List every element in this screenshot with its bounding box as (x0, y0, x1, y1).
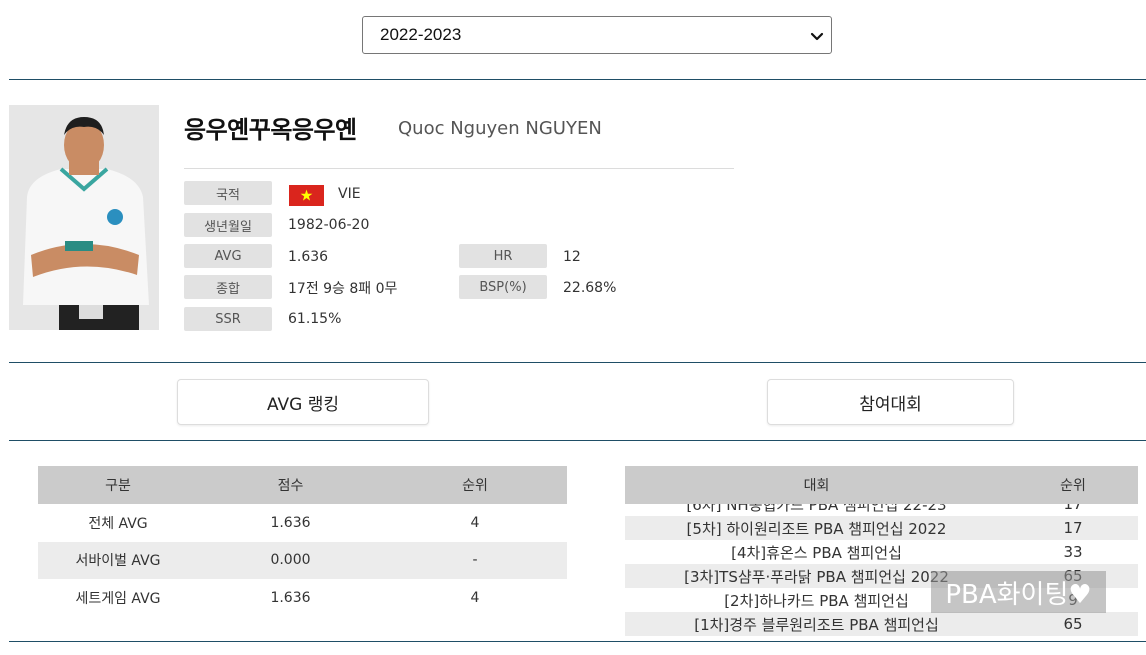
cell-category: 서바이벌 AVG (38, 541, 198, 579)
column-header-rank: 순위 (383, 466, 567, 504)
column-header-category: 구분 (38, 466, 198, 504)
column-header-competition: 대회 (803, 478, 830, 494)
hr-value: 12 (563, 249, 581, 265)
divider (9, 641, 1146, 642)
competition-rank: 17 (1063, 519, 1083, 537)
ssr-label: SSR (184, 307, 272, 331)
column-header-score: 점수 (198, 466, 383, 504)
watermark-overlay: PBA화이팅♥ (931, 571, 1106, 613)
birthdate-label: 생년월일 (184, 213, 272, 237)
table-header-row: 대회 순위 (625, 466, 1138, 504)
avg-value: 1.636 (288, 249, 329, 265)
cell-category: 전체 AVG (88, 515, 148, 532)
bsp-label: BSP(%) (459, 275, 547, 299)
divider (9, 79, 1146, 80)
nationality-label: 국적 (184, 181, 272, 205)
competition-rank: 65 (1063, 615, 1083, 633)
cell-rank: 4 (470, 514, 480, 531)
record-label: 종합 (184, 275, 272, 299)
list-item[interactable]: [1차]경주 블루원리조트 PBA 챔피언십 65 (625, 612, 1138, 636)
competition-rank: 33 (1063, 543, 1083, 561)
competition-rank: 17 (1063, 504, 1083, 513)
birthdate-value: 1982-06-20 (288, 217, 370, 233)
table-row: 세트게임 AVG 1.636 4 (38, 579, 567, 617)
cell-score: 1.636 (270, 514, 311, 531)
vietnam-flag-icon (289, 185, 324, 206)
tab-avg-ranking[interactable]: AVG 랭킹 (177, 379, 429, 425)
table-row: 서바이벌 AVG 0.000 - (38, 541, 567, 579)
nationality-value: VIE (338, 186, 361, 202)
competition-name: [5차] 하이원리조트 PBA 챔피언십 2022 (686, 519, 947, 538)
record-value: 17전 9승 8패 0무 (288, 281, 398, 297)
table-header-row: 구분 점수 순위 (38, 466, 567, 504)
cell-rank: - (383, 541, 567, 579)
season-select-value: 2022-2023 (380, 25, 462, 44)
list-item[interactable]: [5차] 하이원리조트 PBA 챔피언십 2022 17 (625, 516, 1138, 540)
list-item[interactable]: [6차] NH농협카드 PBA 챔피언십 22-23 17 (625, 504, 1138, 516)
competition-name: [6차] NH농협카드 PBA 챔피언십 22-23 (686, 504, 947, 514)
divider (9, 362, 1146, 363)
cell-score: 0.000 (198, 541, 383, 579)
tab-competitions[interactable]: 참여대회 (767, 379, 1014, 425)
player-name-english: Quoc Nguyen NGUYEN (398, 118, 602, 139)
cell-score: 1.636 (270, 589, 311, 606)
list-item[interactable]: [4차]휴온스 PBA 챔피언십 33 (625, 540, 1138, 564)
divider (9, 440, 1146, 441)
table-row: 전체 AVG 1.636 4 (38, 504, 567, 542)
competition-name: [1차]경주 블루원리조트 PBA 챔피언십 (694, 615, 939, 634)
cell-category: 세트게임 AVG (75, 590, 161, 607)
name-divider (184, 168, 734, 169)
player-photo (9, 105, 159, 330)
ssr-value: 61.15% (288, 311, 342, 327)
bsp-value: 22.68% (563, 280, 617, 296)
avg-ranking-table: 구분 점수 순위 전체 AVG 1.636 4 서바이벌 AVG 0.000 -… (38, 466, 567, 617)
cell-rank: 4 (470, 589, 480, 606)
chevron-down-icon (810, 32, 824, 41)
season-select[interactable]: 2022-2023 (362, 16, 832, 54)
hr-label: HR (459, 244, 547, 268)
competition-name: [4차]휴온스 PBA 챔피언십 (731, 543, 902, 562)
column-header-rank: 순위 (1060, 478, 1086, 494)
player-name-korean: 응우옌꾸옥응우옌 (184, 116, 357, 144)
avg-label: AVG (184, 244, 272, 268)
